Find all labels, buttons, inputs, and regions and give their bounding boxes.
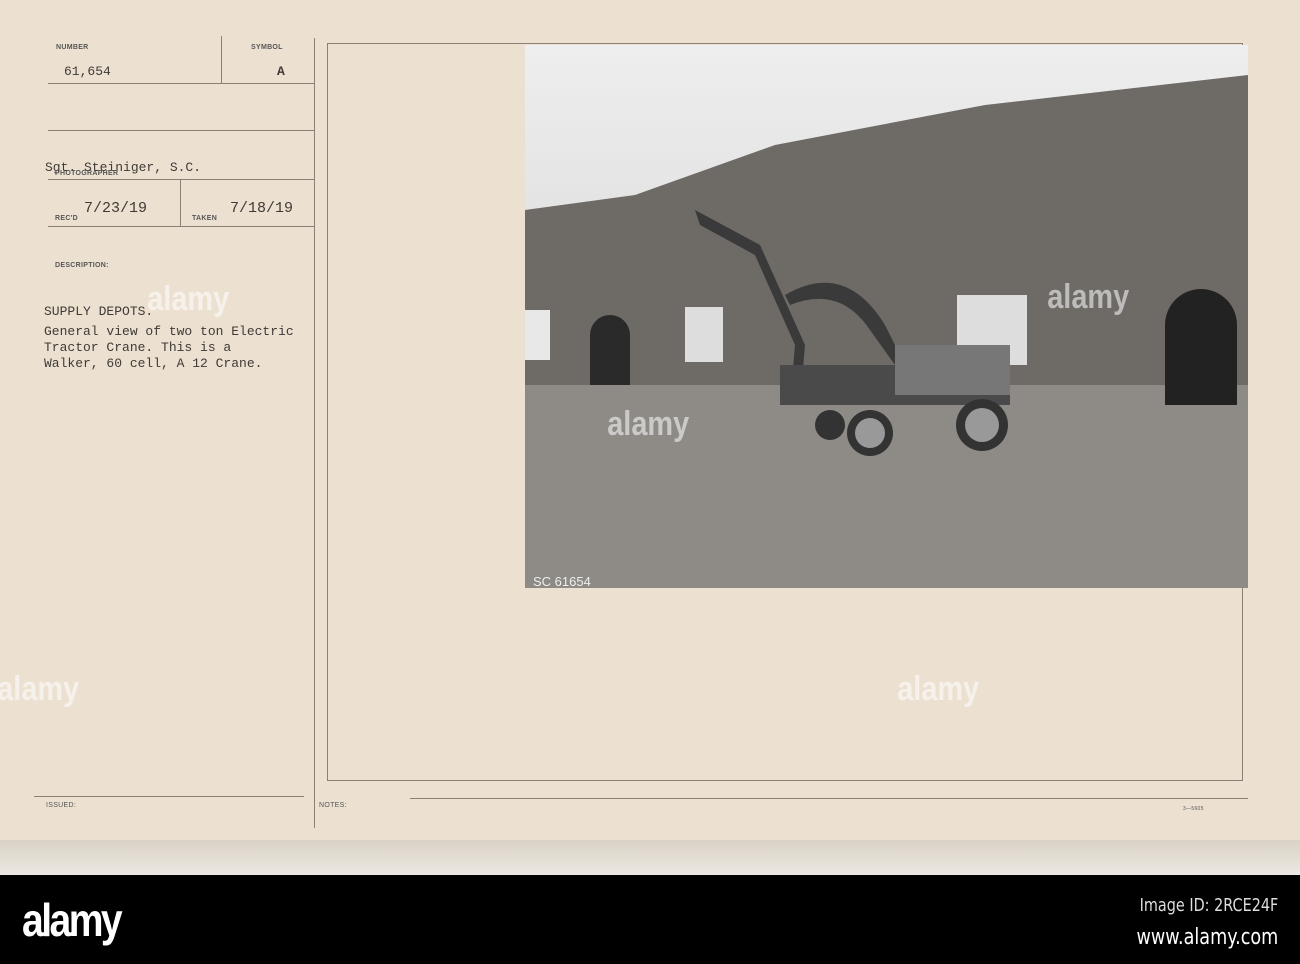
description-label: DESCRIPTION: xyxy=(55,262,109,269)
number-value: 61,654 xyxy=(64,64,111,79)
description-line: Walker, 60 cell, A 12 Crane. xyxy=(44,356,263,371)
watermark: alamy xyxy=(0,670,80,708)
alamy-logo: alamy xyxy=(22,894,123,946)
divider xyxy=(48,130,314,131)
recd-label: REC'D xyxy=(55,215,78,222)
divider xyxy=(48,226,314,227)
symbol-label: SYMBOL xyxy=(251,44,283,51)
number-label: NUMBER xyxy=(56,44,89,51)
watermark: alamy xyxy=(897,670,980,708)
watermark-footer: alamy Image ID: 2RCE24F www.alamy.com xyxy=(0,875,1300,964)
watermark: alamy xyxy=(607,405,690,443)
photographer-label: PHOTOGRAPHER xyxy=(55,170,119,177)
divider xyxy=(48,179,314,180)
divider xyxy=(221,36,222,84)
taken-label: TAKEN xyxy=(192,215,218,222)
divider xyxy=(180,180,181,226)
photo-illustration xyxy=(525,45,1248,588)
symbol-value: A xyxy=(277,64,285,79)
form-number: 3—5605 xyxy=(1183,806,1204,812)
divider xyxy=(34,796,304,797)
description-line: Tractor Crane. This is a xyxy=(44,340,232,355)
divider xyxy=(48,83,314,84)
issued-label: ISSUED: xyxy=(46,802,77,809)
description-line: General view of two ton Electric xyxy=(44,324,294,339)
negative-number: SC 61654 xyxy=(533,574,591,589)
divider xyxy=(410,798,1248,799)
watermark: alamy xyxy=(1047,278,1130,316)
taken-value: 7/18/19 xyxy=(230,200,294,217)
card-shadow xyxy=(0,840,1300,875)
notes-label: NOTES: xyxy=(319,802,347,809)
divider xyxy=(314,38,315,828)
alamy-url: www.alamy.com xyxy=(1136,925,1278,950)
watermark: alamy xyxy=(147,280,230,318)
recd-value: 7/23/19 xyxy=(84,200,148,217)
image-id: Image ID: 2RCE24F xyxy=(1139,895,1278,916)
crane-photograph xyxy=(525,45,1248,588)
